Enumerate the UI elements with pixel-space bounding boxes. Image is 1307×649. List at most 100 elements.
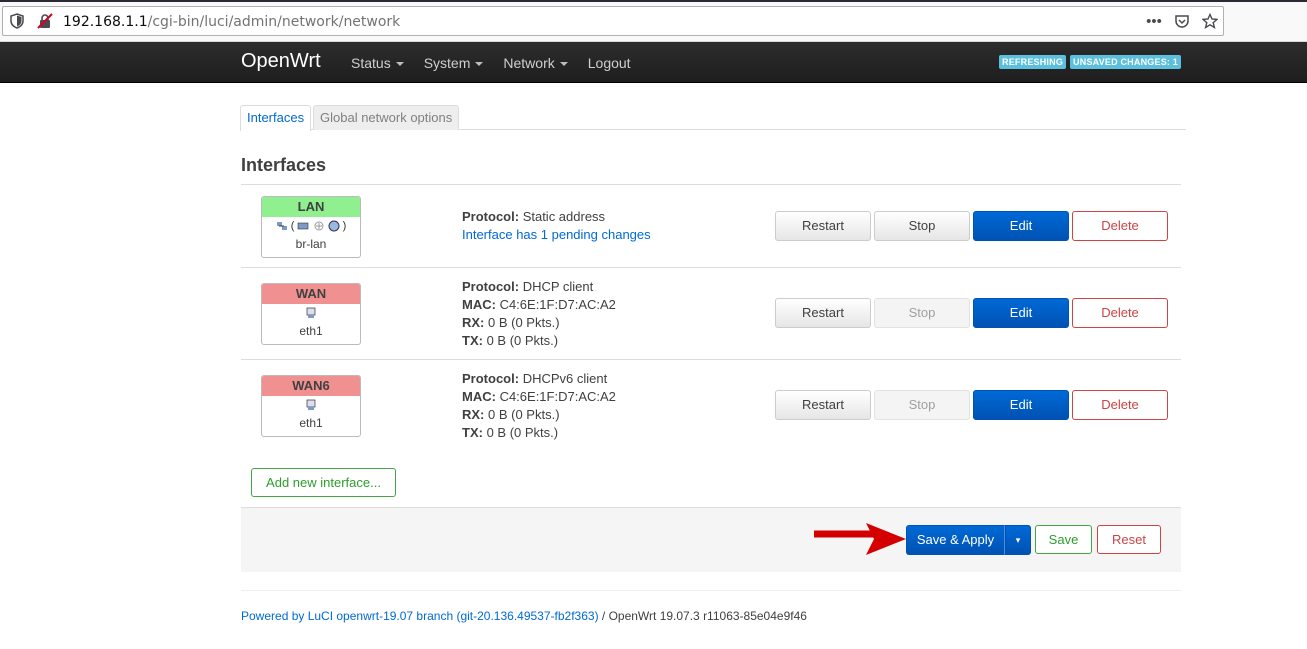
- delete-button[interactable]: Delete: [1072, 211, 1168, 241]
- luci-header: OpenWrt Status System Network Logout REF…: [0, 42, 1307, 83]
- wifi-off-icon: [314, 221, 324, 231]
- tx-line: TX: 0 B (0 Pkts.): [462, 424, 616, 442]
- luci-version-link[interactable]: Powered by LuCI openwrt-19.07 branch (gi…: [241, 609, 599, 623]
- shield-icon[interactable]: [9, 13, 25, 29]
- stop-button[interactable]: Stop: [874, 298, 970, 328]
- more-icon[interactable]: •••: [1145, 13, 1163, 31]
- mac-value: C4:6E:1F:D7:AC:A2: [499, 389, 616, 404]
- url-text[interactable]: 192.168.1.1/cgi-bin/luci/admin/network/n…: [63, 14, 400, 30]
- tx-value: 0 B (0 Pkts.): [486, 333, 559, 348]
- unsaved-changes-badge[interactable]: UNSAVED CHANGES: 1: [1070, 55, 1181, 69]
- port-icons: [262, 307, 360, 325]
- rx-line: RX: 0 B (0 Pkts.): [462, 406, 616, 424]
- edit-button[interactable]: Edit: [973, 390, 1069, 420]
- bridge-ports-icons: ( ): [262, 220, 360, 238]
- delete-button[interactable]: Delete: [1072, 390, 1168, 420]
- page-title: Interfaces: [241, 155, 327, 175]
- url-host: 192.168.1.1: [63, 14, 148, 30]
- protocol-value: Static address: [522, 209, 606, 224]
- port-group: (: [290, 220, 295, 232]
- nav-system[interactable]: System: [424, 55, 484, 71]
- browser-toolbar: 192.168.1.1/cgi-bin/luci/admin/network/n…: [0, 0, 1307, 42]
- reset-button[interactable]: Reset: [1097, 525, 1161, 554]
- interface-badge-lan: LAN ( ) br-lan: [261, 196, 361, 258]
- nav-logout[interactable]: Logout: [588, 55, 631, 71]
- rx-value: 0 B (0 Pkts.): [488, 407, 560, 422]
- insecure-lock-icon[interactable]: [37, 13, 53, 29]
- tx-label: TX:: [462, 333, 483, 348]
- save-button[interactable]: Save: [1035, 525, 1092, 554]
- main-nav: Status System Network Logout: [351, 55, 651, 71]
- interface-device: br-lan: [295, 237, 327, 251]
- edit-button[interactable]: Edit: [973, 298, 1069, 328]
- interface-badge-wan6: WAN6 eth1: [261, 375, 361, 437]
- restart-button[interactable]: Restart: [775, 390, 871, 420]
- protocol-label: Protocol:: [462, 279, 520, 294]
- edit-button[interactable]: Edit: [973, 211, 1069, 241]
- bookmark-star-icon[interactable]: [1201, 12, 1219, 31]
- chevron-down-icon: [395, 62, 404, 67]
- protocol-line: Protocol: Static address: [462, 208, 651, 226]
- openwrt-version: / OpenWrt 19.07.3 r11063-85e04e9f46: [598, 609, 807, 623]
- interface-badge-wan: WAN eth1: [261, 283, 361, 345]
- protocol-value: DHCPv6 client: [522, 371, 608, 386]
- tab-menu: Interfaces Global network options: [240, 105, 1186, 131]
- port-icons: [262, 399, 360, 417]
- protocol-label: Protocol:: [462, 371, 520, 386]
- tx-value: 0 B (0 Pkts.): [486, 425, 559, 440]
- interface-info-lan: Protocol: Static address Interface has 1…: [462, 208, 651, 244]
- restart-button[interactable]: Restart: [775, 211, 871, 241]
- mac-label: MAC:: [462, 297, 496, 312]
- interface-info-wan6: Protocol: DHCPv6 client MAC: C4:6E:1F:D7…: [462, 370, 616, 442]
- interface-info-wan: Protocol: DHCP client MAC: C4:6E:1F:D7:A…: [462, 278, 616, 350]
- pocket-icon[interactable]: [1173, 13, 1191, 31]
- tab-interfaces[interactable]: Interfaces: [240, 105, 312, 131]
- table-row: WAN6 eth1 Protocol: DHCPv6 client MAC: C…: [241, 359, 1181, 451]
- footer-divider: [241, 590, 1181, 591]
- save-apply-group: Save & Apply ▾: [906, 525, 1031, 555]
- stop-button[interactable]: Stop: [874, 211, 970, 241]
- row-actions: Restart Stop Edit Delete: [775, 298, 1171, 328]
- mac-line: MAC: C4:6E:1F:D7:AC:A2: [462, 388, 616, 406]
- bridge-icon: [276, 222, 287, 231]
- interface-name: WAN: [262, 284, 360, 304]
- interface-device: eth1: [299, 416, 323, 430]
- nav-label: Logout: [587, 55, 631, 71]
- chevron-down-icon: [475, 62, 484, 67]
- add-new-interface-button[interactable]: Add new interface...: [251, 468, 396, 497]
- mac-value: C4:6E:1F:D7:AC:A2: [499, 297, 616, 312]
- save-apply-dropdown-button[interactable]: ▾: [1005, 525, 1031, 555]
- protocol-line: Protocol: DHCP client: [462, 278, 616, 296]
- delete-button[interactable]: Delete: [1072, 298, 1168, 328]
- pending-changes-note: Interface has 1 pending changes: [462, 227, 651, 242]
- protocol-label: Protocol:: [462, 209, 520, 224]
- row-actions: Restart Stop Edit Delete: [775, 211, 1171, 241]
- nav-status[interactable]: Status: [351, 55, 404, 71]
- stop-button[interactable]: Stop: [874, 390, 970, 420]
- interface-device: eth1: [299, 324, 323, 338]
- url-bar[interactable]: 192.168.1.1/cgi-bin/luci/admin/network/n…: [2, 6, 1224, 36]
- table-row: WAN eth1 Protocol: DHCP client MAC: C4:6…: [241, 267, 1181, 359]
- brand-logo[interactable]: OpenWrt: [241, 50, 321, 73]
- interface-name: WAN6: [262, 376, 360, 396]
- tx-line: TX: 0 B (0 Pkts.): [462, 332, 616, 350]
- rx-label: RX:: [462, 407, 485, 422]
- chevron-down-icon: [559, 62, 568, 67]
- tab-global-network-options[interactable]: Global network options: [313, 105, 460, 130]
- page-actions-bar: Save & Apply ▾ Save Reset: [241, 507, 1181, 572]
- save-apply-button[interactable]: Save & Apply: [906, 525, 1005, 555]
- nav-network[interactable]: Network: [503, 55, 568, 71]
- rx-label: RX:: [462, 315, 485, 330]
- restart-button[interactable]: Restart: [775, 298, 871, 328]
- page-footer: Powered by LuCI openwrt-19.07 branch (gi…: [241, 609, 807, 623]
- mac-line: MAC: C4:6E:1F:D7:AC:A2: [462, 296, 616, 314]
- tx-label: TX:: [462, 425, 483, 440]
- ethernet-port-icon: [306, 399, 316, 411]
- status-badges: REFRESHING UNSAVED CHANGES: 1: [999, 55, 1181, 69]
- wifi-icon: [328, 220, 340, 232]
- row-actions: Restart Stop Edit Delete: [775, 390, 1171, 420]
- ethernet-port-icon: [298, 222, 309, 230]
- nav-label: System: [423, 55, 471, 71]
- nav-label: Network: [503, 55, 555, 71]
- refreshing-badge[interactable]: REFRESHING: [999, 55, 1067, 69]
